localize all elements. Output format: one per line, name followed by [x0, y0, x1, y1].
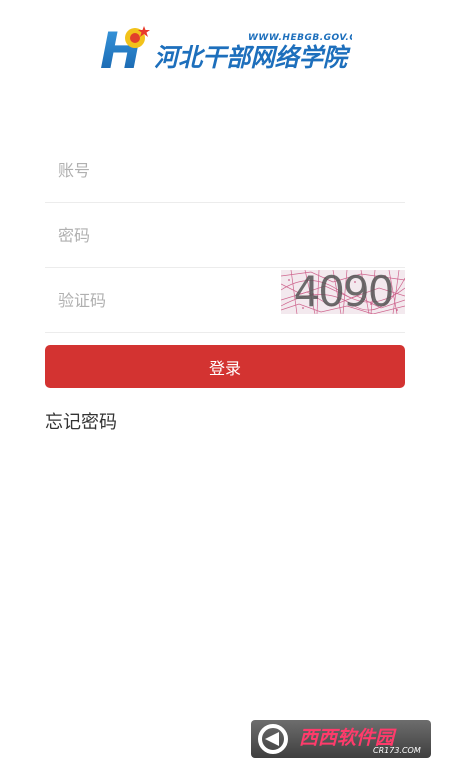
logo-title: 河北干部网络学院: [154, 43, 351, 72]
app-logo: H WWW.HEBGB.GOV.CN 河北干部网络学院: [100, 24, 352, 72]
watermark-badge: 西西软件园 CR173.COM: [251, 720, 431, 758]
account-field-row: [45, 138, 405, 203]
watermark-site-url: CR173.COM: [373, 746, 421, 755]
password-input[interactable]: [58, 203, 278, 267]
account-input[interactable]: [58, 138, 278, 202]
forgot-password-link[interactable]: 忘记密码: [45, 408, 117, 434]
logo-url-text: WWW.HEBGB.GOV.CN: [248, 33, 352, 43]
captcha-image[interactable]: 4090: [281, 270, 405, 314]
captcha-input[interactable]: [58, 268, 278, 332]
logo-graphic: H WWW.HEBGB.GOV.CN 河北干部网络学院: [100, 24, 352, 72]
watermark-graphic: 西西软件园 CR173.COM: [258, 724, 421, 755]
captcha-field-row: 4090: [45, 268, 405, 333]
password-field-row: [45, 203, 405, 268]
login-button[interactable]: 登录: [45, 345, 405, 388]
captcha-code: 4090: [293, 270, 395, 314]
